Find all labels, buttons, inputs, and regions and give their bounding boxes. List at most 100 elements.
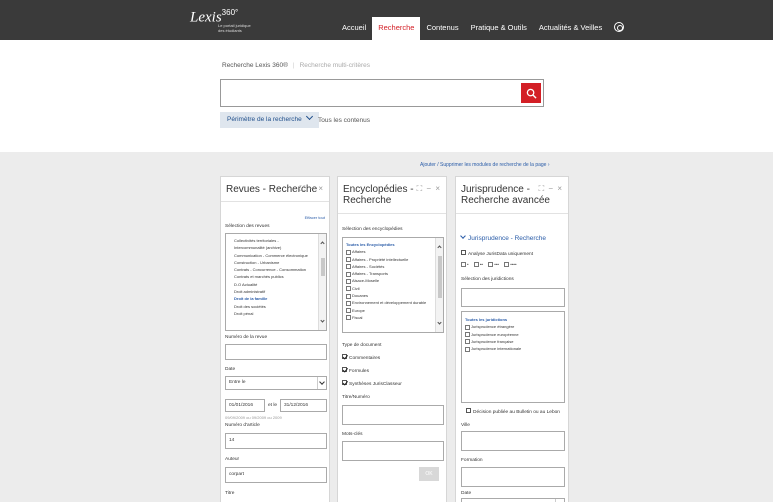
list-item[interactable]: Jurisprudence internationale — [465, 345, 564, 352]
analyse-jurisdata-option[interactable]: Analyse JurisData uniquement — [461, 250, 533, 257]
add-remove-modules-link[interactable]: Ajouter / Supprimer les modules de reche… — [420, 162, 550, 168]
juridictions-listbox[interactable]: Toutes les juridictions Jurisprudence ét… — [461, 311, 565, 403]
list-item[interactable]: Intercommunalité (archive) — [234, 244, 326, 251]
nav-item-accueil[interactable]: Accueil — [336, 17, 372, 40]
revues-listbox[interactable]: Collectivités territoriales - Intercommu… — [225, 233, 327, 331]
list-item[interactable]: Douanes — [346, 292, 443, 299]
nav-item-actualites-veilles[interactable]: Actualités & Veilles — [533, 17, 608, 40]
list-item[interactable]: Contrats et marchés publics — [234, 273, 326, 280]
scroll-down-icon[interactable] — [320, 318, 325, 323]
perimeter-dropdown[interactable]: Périmètre de la recherche — [220, 112, 319, 128]
panel-window-controls[interactable]: ⛶ − × — [300, 184, 324, 194]
nav-item-pratique-outils[interactable]: Pratique & Outils — [465, 17, 533, 40]
expand-icon[interactable] — [346, 271, 351, 277]
scroll-thumb[interactable] — [437, 256, 442, 298]
titre-numero-input[interactable] — [342, 405, 444, 425]
encyclopedies-listbox[interactable]: Toutes les Encyclopédies Affaires Affair… — [342, 237, 444, 333]
list-item[interactable]: Construction - Urbanisme — [234, 259, 326, 266]
list-item[interactable]: Affaires - Transports — [346, 270, 443, 277]
nav-item-recherche[interactable]: Recherche — [372, 17, 421, 40]
nav-item-contenus[interactable]: Contenus — [420, 17, 464, 40]
author-input[interactable]: corpart — [225, 467, 327, 483]
list-item[interactable]: Droit administratif — [234, 288, 326, 295]
expand-icon[interactable] — [346, 264, 351, 270]
list-item[interactable]: Contrats - Concurrence - Consommation — [234, 266, 326, 273]
list-item[interactable]: Civil — [346, 285, 443, 292]
list-header-all[interactable]: Toutes les Encyclopédies — [346, 241, 443, 248]
user-circle-icon[interactable] — [614, 22, 625, 32]
numero-revue-input[interactable] — [225, 344, 327, 360]
list-item[interactable]: D.O Actualité — [234, 281, 326, 288]
scroll-down-icon[interactable] — [437, 320, 442, 325]
jurisprudence-section-toggle[interactable]: Jurisprudence - Recherche — [460, 233, 546, 242]
list-item[interactable]: Collectivités territoriales - — [234, 237, 326, 244]
formation-input[interactable] — [461, 467, 565, 487]
scroll-thumb[interactable] — [320, 258, 325, 276]
panel-window-controls[interactable]: ⛶ − × — [539, 184, 563, 194]
tab-recherche-lexis[interactable]: Recherche Lexis 360® — [222, 62, 288, 69]
expand-icon[interactable] — [346, 308, 351, 314]
list-item-selected[interactable]: Droit de la famille — [234, 295, 326, 302]
date-from-input[interactable]: 01/01/2016 — [225, 399, 265, 412]
checkbox[interactable] — [461, 250, 466, 255]
chevron-down-icon — [305, 112, 313, 121]
checkbox[interactable] — [466, 408, 471, 413]
list-item[interactable]: Jurisprudence étrangère — [465, 323, 564, 330]
tab-recherche-multi-criteres[interactable]: Recherche multi-critères — [300, 62, 370, 69]
list-item[interactable]: Affaires - Propriété intellectuelle — [346, 256, 443, 263]
list-item[interactable]: Fiscal — [346, 314, 443, 321]
perimeter-label: Périmètre de la recherche — [227, 116, 302, 123]
list-item[interactable]: Droit pénal — [234, 310, 326, 317]
clear-all-link[interactable]: Effacer tout — [305, 215, 325, 220]
checkbox[interactable] — [488, 262, 494, 268]
search-input[interactable] — [220, 79, 544, 107]
checkbox-checked[interactable] — [342, 354, 347, 359]
list-item[interactable]: Communication - Commerce électronique — [234, 252, 326, 259]
expand-icon[interactable] — [346, 249, 351, 255]
checkbox[interactable] — [473, 262, 479, 268]
list-item[interactable]: Jurisprudence française — [465, 338, 564, 345]
doctype-commentaires[interactable]: Commentaires — [342, 354, 380, 361]
list-item[interactable]: Alsace-Moselle — [346, 277, 443, 284]
search-button[interactable] — [521, 83, 541, 103]
expand-icon[interactable] — [346, 286, 351, 292]
date-mode-select[interactable]: Entre le — [225, 376, 327, 390]
list-item[interactable]: Environnement et développement durable — [346, 299, 443, 306]
expand-icon[interactable] — [346, 257, 351, 263]
article-input[interactable]: 14 — [225, 433, 327, 449]
checkbox-checked[interactable] — [342, 380, 347, 385]
checkbox[interactable] — [504, 262, 510, 268]
scrollbar[interactable] — [318, 234, 326, 330]
doctype-syntheses[interactable]: Synthèses JurisClasseur — [342, 380, 402, 387]
expand-icon[interactable] — [465, 346, 470, 352]
juridictions-filter-input[interactable] — [461, 288, 565, 307]
checkbox-checked[interactable] — [342, 367, 347, 372]
list-item[interactable]: Affaires — [346, 248, 443, 255]
doctype-formules[interactable]: Formules — [342, 367, 369, 374]
expand-icon[interactable] — [346, 315, 351, 321]
list-item[interactable]: Affaires - Sociétés — [346, 263, 443, 270]
list-item[interactable]: Europe — [346, 307, 443, 314]
mots-cles-input[interactable] — [342, 441, 444, 461]
lexis-360-logo[interactable]: Lexis360° Le portail juridique des étudi… — [190, 8, 251, 33]
checkbox[interactable] — [461, 262, 466, 268]
bulletin-option[interactable]: Décision publiée au Bulletin ou au Lebon — [466, 408, 560, 415]
list-item[interactable]: Jurisprudence européenne — [465, 331, 564, 338]
date-to-input[interactable]: 31/12/2016 — [280, 399, 327, 412]
date-label: Date — [225, 367, 236, 372]
expand-icon[interactable] — [465, 332, 470, 338]
list-header-all[interactable]: Toutes les juridictions — [465, 316, 564, 323]
date-mode-select[interactable] — [461, 498, 565, 502]
scroll-up-icon[interactable] — [437, 245, 442, 250]
expand-icon[interactable] — [465, 324, 470, 330]
ok-button[interactable]: OK — [419, 467, 439, 481]
scroll-up-icon[interactable] — [320, 241, 325, 246]
expand-icon[interactable] — [465, 339, 470, 345]
expand-icon[interactable] — [346, 278, 351, 284]
expand-icon[interactable] — [346, 300, 351, 306]
expand-icon[interactable] — [346, 293, 351, 299]
ville-input[interactable] — [461, 431, 565, 451]
scrollbar[interactable] — [435, 238, 443, 332]
list-item[interactable]: Droit des sociétés — [234, 303, 326, 310]
panel-window-controls[interactable]: ⛶ − × — [417, 184, 441, 194]
